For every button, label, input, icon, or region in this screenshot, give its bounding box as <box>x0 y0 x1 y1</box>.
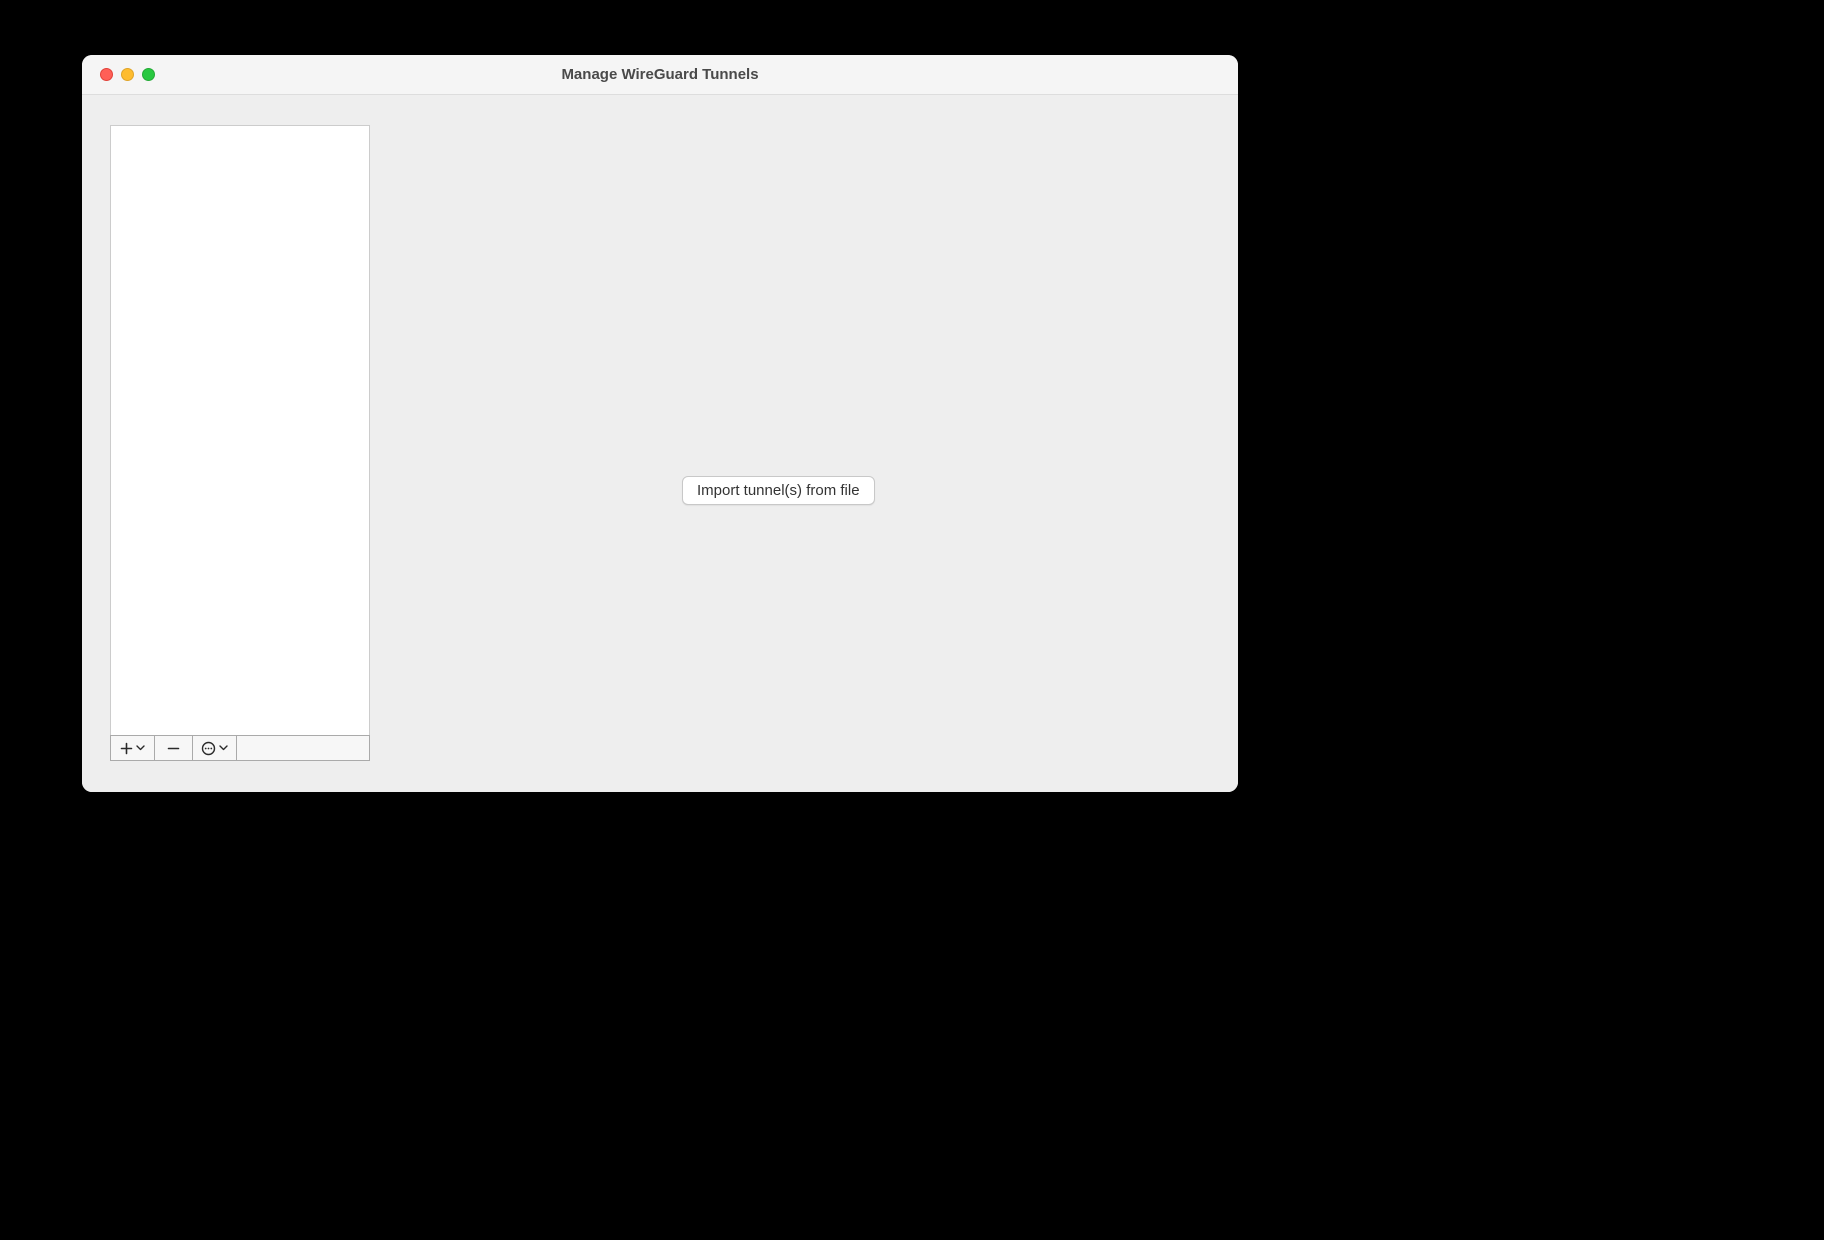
sidebar-toolbar <box>110 735 370 761</box>
window-titlebar: Manage WireGuard Tunnels <box>82 55 1238 95</box>
window-title: Manage WireGuard Tunnels <box>82 66 1238 83</box>
chevron-down-icon <box>136 745 145 751</box>
traffic-lights <box>82 68 155 81</box>
tunnel-list[interactable] <box>110 125 370 735</box>
sidebar-panel <box>110 125 370 761</box>
remove-tunnel-button[interactable] <box>155 736 193 760</box>
minus-icon <box>167 742 180 755</box>
add-tunnel-button[interactable] <box>111 736 155 760</box>
maximize-button[interactable] <box>142 68 155 81</box>
close-button[interactable] <box>100 68 113 81</box>
ellipsis-circle-icon <box>201 741 216 756</box>
chevron-down-icon <box>219 745 228 751</box>
app-window: Manage WireGuard Tunnels <box>82 55 1238 792</box>
window-body: Import tunnel(s) from file <box>82 95 1238 792</box>
plus-icon <box>120 742 133 755</box>
minimize-button[interactable] <box>121 68 134 81</box>
import-tunnel-button[interactable]: Import tunnel(s) from file <box>682 476 875 505</box>
toolbar-spacer <box>237 736 369 760</box>
more-actions-button[interactable] <box>193 736 237 760</box>
